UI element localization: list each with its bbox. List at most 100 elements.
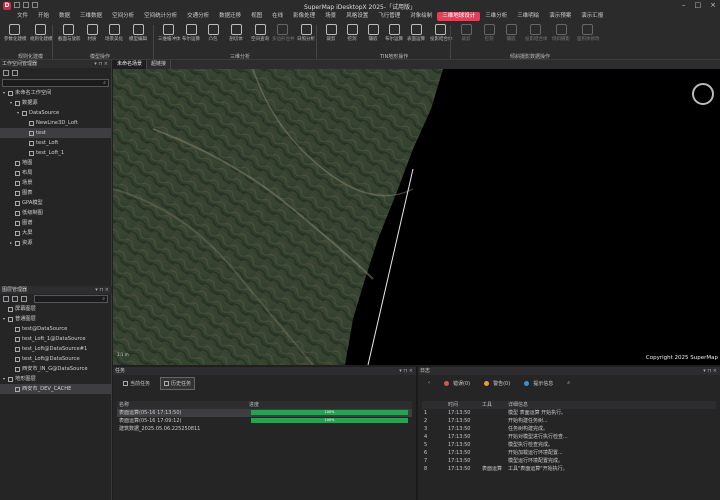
tree-item[interactable]: GPA模型 xyxy=(0,198,111,208)
ribbon-button[interactable]: 日照分析 xyxy=(296,24,316,42)
tree-item[interactable]: NewLine3D_Loft xyxy=(0,118,111,128)
table-row[interactable]: 建筑数据_2025.05.06.225250811 xyxy=(117,425,412,433)
ribbon-button[interactable]: 布尔运算 xyxy=(181,24,201,42)
ribbon-button[interactable]: 场景美化 xyxy=(104,24,124,42)
ribbon-button[interactable]: 面积体修改 xyxy=(577,24,600,42)
tree-item[interactable]: 地图 xyxy=(0,158,111,168)
log-filter-button[interactable]: 警告(0) xyxy=(480,377,514,390)
tree-item[interactable]: 大屏 xyxy=(0,228,111,238)
layer-tool-icon[interactable] xyxy=(12,296,18,302)
ribbon-button[interactable]: 倾斜摄影 xyxy=(551,24,571,42)
scene-tab[interactable]: 超链接 xyxy=(147,60,172,69)
ribbon-button[interactable]: 表面运算 xyxy=(406,24,426,42)
menu-item[interactable]: 三维地球设计 xyxy=(437,12,481,21)
log-filter-button[interactable]: 错误(0) xyxy=(440,377,474,390)
ribbon-button[interactable]: 规则化建模 xyxy=(30,24,53,42)
tree-item[interactable]: test_Loft@DataSource#1 xyxy=(0,344,112,354)
search-icon[interactable]: ⌕ xyxy=(103,80,106,87)
tree-item[interactable]: ▾ DataSource xyxy=(0,108,111,118)
ribbon-button[interactable]: 多边形合并 xyxy=(272,24,295,42)
tree-item[interactable]: test_Loft_1 xyxy=(0,148,111,158)
ribbon-button[interactable]: 镶嵌 xyxy=(501,24,521,42)
tree-item[interactable]: 图表 xyxy=(0,188,111,198)
previous-icon[interactable]: ‹ xyxy=(424,377,434,389)
layer-tool-icon[interactable] xyxy=(3,296,9,302)
tree-item[interactable]: 图谱 xyxy=(0,218,111,228)
pin-icon[interactable]: ▾ ⊓ × xyxy=(703,367,717,375)
layer-search-input[interactable]: ⌕ xyxy=(34,295,108,303)
tree-item[interactable]: 屏幕图层 xyxy=(0,304,112,314)
maximize-icon[interactable]: □ xyxy=(695,1,702,9)
ribbon-button[interactable]: 凸包 xyxy=(203,24,223,42)
ribbon-button[interactable]: 空间查询 xyxy=(250,24,270,42)
ribbon-button[interactable]: 剖切体 xyxy=(226,24,246,42)
workspace-tool-icon[interactable] xyxy=(3,70,9,76)
ribbon-button[interactable]: 参数化建模 xyxy=(4,24,27,42)
scene-canvas[interactable]: 1:1 m Copyright 2025 SuperMap xyxy=(113,69,720,365)
table-row[interactable]: 4 17:13:50 开始对模型进行执行检查... xyxy=(422,433,716,441)
menu-item[interactable]: 飞行管理 xyxy=(373,12,405,21)
tree-item[interactable]: ▾ 普通图层 xyxy=(0,314,112,324)
ribbon-button[interactable]: 挖洞 xyxy=(479,24,499,42)
compass-icon[interactable] xyxy=(692,83,714,105)
table-row[interactable]: 6 17:13:50 开始加载运行环境配置... xyxy=(422,449,716,457)
ribbon-button[interactable]: 布尔运算 xyxy=(384,24,404,42)
menu-item[interactable]: 对象绘制 xyxy=(405,12,437,21)
menu-item[interactable]: 演示预案 xyxy=(544,12,576,21)
menu-item[interactable]: 数据迁移 xyxy=(214,12,246,21)
scene-tab[interactable]: 未命名场景 xyxy=(113,60,148,69)
table-row[interactable]: 2 17:13:50 开始构建任务树... xyxy=(422,417,716,425)
ribbon-button[interactable]: 镶嵌 xyxy=(363,24,383,42)
menu-item[interactable]: 演示汇报 xyxy=(576,12,608,21)
menu-item[interactable]: 空间统计分析 xyxy=(139,12,182,21)
task-filter-button[interactable]: 当前任务 xyxy=(119,377,154,390)
pin-icon[interactable]: ▾ ⊓ × xyxy=(94,60,108,68)
layer-tool-icon[interactable] xyxy=(21,296,27,302)
menu-item[interactable]: 在线 xyxy=(267,12,288,21)
search-icon[interactable]: ⌕ xyxy=(563,377,574,389)
tree-item[interactable]: ▾ 未命名工作空间 xyxy=(0,88,111,98)
ribbon-button[interactable]: 截面与放影 xyxy=(58,24,81,42)
tree-item[interactable]: 布局 xyxy=(0,168,111,178)
tree-item[interactable]: 西安市_DEV_CACHE xyxy=(0,384,112,394)
pin-icon[interactable]: ▾ ⊓ × xyxy=(399,367,413,375)
menu-item[interactable]: 风格设置 xyxy=(341,12,373,21)
menu-item[interactable]: 视图 xyxy=(246,12,267,21)
menu-item[interactable]: 场景 xyxy=(320,12,341,21)
menu-item[interactable]: 三维分析 xyxy=(480,12,512,21)
tree-item[interactable]: test_Loft_1@DataSource xyxy=(0,334,112,344)
tree-item[interactable]: ▸ 资源 xyxy=(0,238,111,248)
menu-item[interactable]: 数据 xyxy=(54,12,75,21)
search-icon[interactable]: ⌕ xyxy=(102,296,105,303)
ribbon-button[interactable]: 模型编辑 xyxy=(128,24,148,42)
close-icon[interactable]: × xyxy=(710,1,716,9)
table-row[interactable]: 3 17:13:50 任务树构建完成。 xyxy=(422,425,716,433)
workspace-tool-icon[interactable] xyxy=(12,70,18,76)
log-filter-button[interactable]: 提示信息 xyxy=(520,377,557,390)
table-row[interactable]: 8 17:13:50 表面运算 工具"表面运算"开始执行。 xyxy=(422,465,716,473)
tree-item[interactable]: 场景 xyxy=(0,178,111,188)
table-row[interactable]: 表面运算(05-16 17:13:50) 100% xyxy=(117,409,412,417)
table-row[interactable]: 1 17:13:50 模型 表面运算 开始执行。 xyxy=(422,409,716,417)
tree-item[interactable]: 西安市_IN_G@DataSource xyxy=(0,364,112,374)
menu-item[interactable]: 开始 xyxy=(33,12,54,21)
ribbon-button[interactable]: 投影结合体 xyxy=(525,24,548,42)
tree-item[interactable]: test_Loft xyxy=(0,138,111,148)
ribbon-button[interactable]: 投影结合体 xyxy=(430,24,453,42)
ribbon-button[interactable]: 三维缓冲体 xyxy=(158,24,181,42)
menu-item[interactable]: 影像处理 xyxy=(288,12,320,21)
minimize-icon[interactable]: – xyxy=(682,1,686,9)
table-row[interactable]: 7 17:13:50 模型运行环境配置完成。 xyxy=(422,457,716,465)
menu-item[interactable]: 三维数据 xyxy=(75,12,107,21)
tree-item[interactable]: test xyxy=(0,128,111,138)
tree-item[interactable]: test_Loft@DataSource xyxy=(0,354,112,364)
ribbon-button[interactable]: 裁剪 xyxy=(456,24,476,42)
ribbon-button[interactable]: 挖洞 xyxy=(342,24,362,42)
ribbon-button[interactable]: 裁剪 xyxy=(321,24,341,42)
table-row[interactable]: 5 17:13:50 模型执行检查完成。 xyxy=(422,441,716,449)
ribbon-button[interactable]: 材质 xyxy=(82,24,102,42)
workspace-search-input[interactable]: ⌕ xyxy=(2,79,109,87)
table-row[interactable]: 表面运算(05-16 17:09:12) 100% xyxy=(117,417,412,425)
task-filter-button[interactable]: 历史任务 xyxy=(160,376,196,390)
tree-item[interactable]: 低级制图 xyxy=(0,208,111,218)
